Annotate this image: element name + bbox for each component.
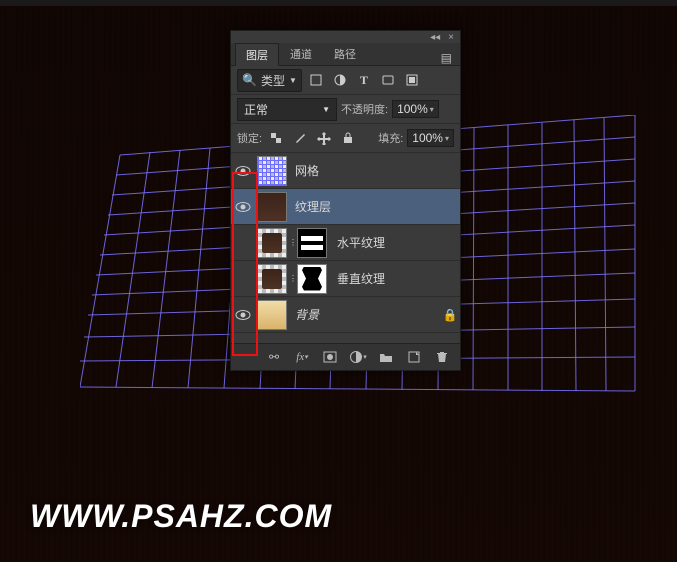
trash-icon[interactable]: [432, 347, 452, 367]
chevron-down-icon: ▼: [289, 76, 297, 85]
opacity-label: 不透明度:: [341, 101, 388, 117]
blend-mode-select[interactable]: 正常 ▼: [237, 98, 337, 121]
fill-input[interactable]: 100%▾: [407, 129, 454, 147]
layer-mask[interactable]: [297, 264, 327, 294]
panel-menu-icon[interactable]: ▤: [433, 51, 460, 65]
layer-name[interactable]: 水平纹理: [331, 234, 460, 251]
lock-icon: 🔒: [440, 308, 460, 322]
visibility-toggle[interactable]: [231, 163, 255, 179]
filter-row: 🔍 类型 ▼ T: [231, 66, 460, 95]
layer-name[interactable]: 背景: [289, 306, 440, 323]
lock-row: 锁定: 填充: 100%▾: [231, 124, 460, 153]
filter-smart-icon[interactable]: [402, 70, 422, 90]
fill-label: 填充:: [378, 130, 403, 146]
layer-row[interactable]: 背景 🔒: [231, 297, 460, 333]
fill-value: 100%: [412, 131, 443, 145]
watermark-text: WWW.PSAHZ.COM: [30, 500, 332, 532]
filter-adjust-icon[interactable]: [330, 70, 350, 90]
search-icon: 🔍: [242, 73, 257, 87]
layer-thumbnail[interactable]: [257, 264, 287, 294]
layer-filter-select[interactable]: 🔍 类型 ▼: [237, 69, 302, 92]
layer-thumbnail[interactable]: [257, 228, 287, 258]
mask-link-icon[interactable]: ⋮: [289, 274, 297, 283]
tab-layers[interactable]: 图层: [235, 43, 279, 66]
layer-name[interactable]: 纹理层: [289, 198, 460, 215]
tab-paths[interactable]: 路径: [323, 42, 367, 65]
chevron-down-icon: ▾: [445, 134, 449, 143]
new-group-icon[interactable]: [376, 347, 396, 367]
layer-name[interactable]: 网格: [289, 162, 460, 179]
layer-thumbnail[interactable]: [257, 300, 287, 330]
new-layer-icon[interactable]: [404, 347, 424, 367]
layer-thumbnail[interactable]: [257, 156, 287, 186]
layers-panel: ◂◂ × 图层 通道 路径 ▤ 🔍 类型 ▼ T 正常 ▼: [230, 30, 461, 371]
visibility-toggle[interactable]: [231, 199, 255, 215]
panel-footer: ⚯ fx▾ ▾: [231, 343, 460, 370]
chevron-down-icon: ▼: [322, 105, 330, 114]
link-layers-icon[interactable]: ⚯: [264, 347, 284, 367]
blend-mode-value: 正常: [244, 101, 268, 118]
filter-type-icon[interactable]: T: [354, 70, 374, 90]
opacity-input[interactable]: 100%▾: [392, 100, 439, 118]
layer-row[interactable]: 纹理层: [231, 189, 460, 225]
adjustment-layer-icon[interactable]: ▾: [348, 347, 368, 367]
lock-position-icon[interactable]: [314, 128, 334, 148]
collapse-icon[interactable]: ◂◂: [430, 32, 440, 43]
close-icon[interactable]: ×: [448, 32, 454, 43]
filter-pixel-icon[interactable]: [306, 70, 326, 90]
layer-row[interactable]: ⋮ 水平纹理: [231, 225, 460, 261]
tab-channels[interactable]: 通道: [279, 42, 323, 65]
mask-link-icon[interactable]: ⋮: [289, 238, 297, 247]
layer-row[interactable]: 网格: [231, 153, 460, 189]
layer-list: 网格 纹理层 ⋮ 水平纹理 ⋮ 垂直纹理: [231, 153, 460, 333]
visibility-toggle[interactable]: [231, 307, 255, 323]
app-topbar: [0, 0, 677, 6]
filter-type-label: 类型: [261, 72, 285, 89]
opacity-value: 100%: [397, 102, 428, 116]
lock-transparent-icon[interactable]: [266, 128, 286, 148]
lock-all-icon[interactable]: [338, 128, 358, 148]
layer-thumbnail[interactable]: [257, 192, 287, 222]
filter-shape-icon[interactable]: [378, 70, 398, 90]
chevron-down-icon: ▾: [430, 105, 434, 114]
lock-label: 锁定:: [237, 130, 262, 146]
layer-name[interactable]: 垂直纹理: [331, 270, 460, 287]
blend-row: 正常 ▼ 不透明度: 100%▾: [231, 95, 460, 124]
lock-pixels-icon[interactable]: [290, 128, 310, 148]
panel-tabs: 图层 通道 路径 ▤: [231, 43, 460, 66]
add-mask-icon[interactable]: [320, 347, 340, 367]
fx-icon[interactable]: fx▾: [292, 347, 312, 367]
layer-mask[interactable]: [297, 228, 327, 258]
layer-row[interactable]: ⋮ 垂直纹理: [231, 261, 460, 297]
document-canvas[interactable]: ◂◂ × 图层 通道 路径 ▤ 🔍 类型 ▼ T 正常 ▼: [0, 0, 677, 562]
